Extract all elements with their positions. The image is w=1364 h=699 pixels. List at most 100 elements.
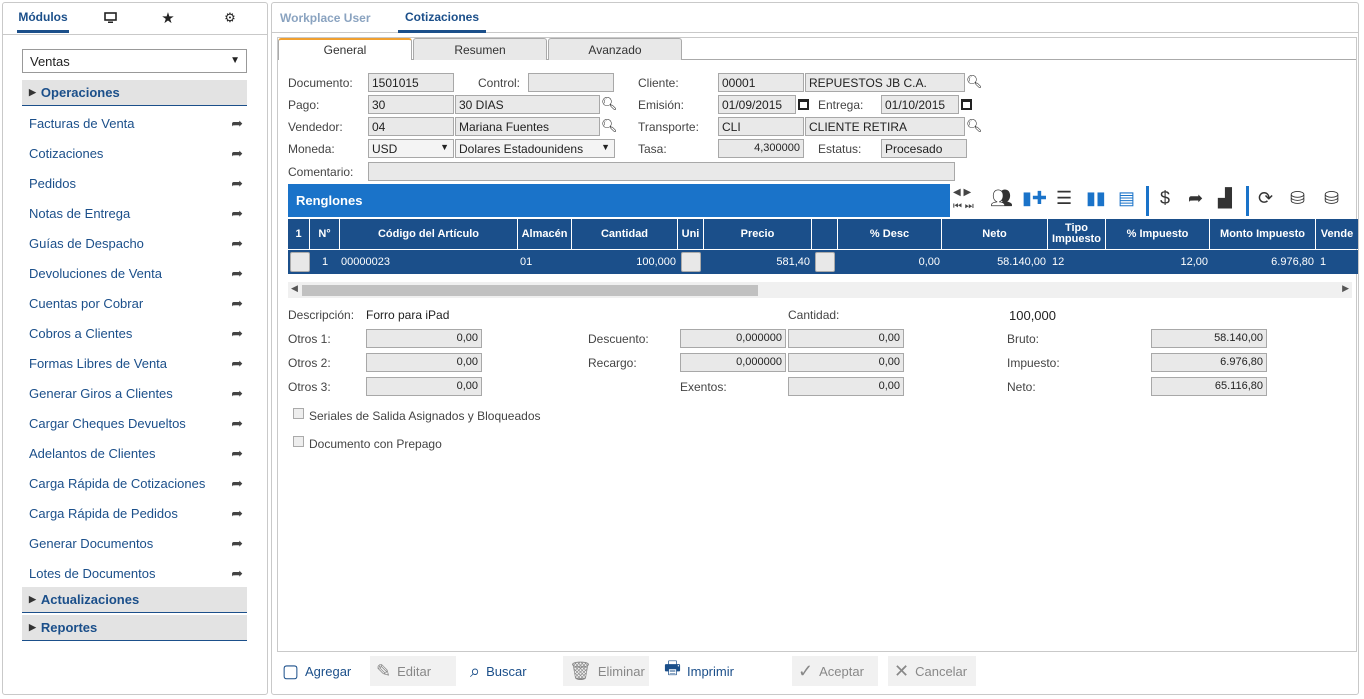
recargo-field[interactable]: 0,00	[788, 353, 904, 372]
calendar-icon[interactable]	[961, 99, 972, 110]
column-header[interactable]: Código del Artículo	[340, 219, 518, 249]
column-header[interactable]: Neto	[942, 219, 1048, 249]
menu-item[interactable]: Cobros a Clientes ➦	[29, 323, 247, 343]
section-actualizaciones[interactable]: ▶ Actualizaciones	[22, 587, 247, 613]
imprimir-button[interactable]: 🖶︎ Imprimir	[658, 656, 754, 686]
exentos-field[interactable]: 0,00	[788, 377, 904, 396]
vendedor-code-field[interactable]: 04	[368, 117, 454, 136]
document-icon[interactable]: ▤	[1118, 188, 1135, 209]
database-export-icon[interactable]: ⛁	[1324, 188, 1339, 209]
pago-name-field[interactable]: 30 DIAS	[455, 95, 600, 114]
monitor-icon[interactable]	[95, 3, 125, 33]
open-arrow-icon[interactable]: ➦	[231, 295, 243, 312]
list-icon[interactable]: ☰	[1056, 188, 1072, 209]
column-header[interactable]: % Impuesto	[1106, 219, 1210, 249]
tab-avanzado[interactable]: Avanzado	[548, 38, 682, 60]
tab-workplace-user[interactable]: Workplace User	[280, 3, 371, 33]
unit-button[interactable]	[681, 252, 701, 272]
row-select-checkbox[interactable]	[290, 252, 310, 272]
open-arrow-icon[interactable]: ➦	[231, 325, 243, 342]
moneda-code-select[interactable]: USD ▼	[368, 139, 454, 158]
menu-item[interactable]: Lotes de Documentos ➦	[29, 563, 247, 583]
menu-item[interactable]: Generar Documentos ➦	[29, 533, 247, 553]
cancelar-button[interactable]: ✕ Cancelar	[888, 656, 976, 686]
menu-item[interactable]: Generar Giros a Clientes ➦	[29, 383, 247, 403]
column-header[interactable]: 1	[288, 219, 310, 249]
open-arrow-icon[interactable]: ➦	[231, 145, 243, 162]
refresh-icon[interactable]: ⟳	[1258, 188, 1273, 209]
column-header[interactable]: Uni	[678, 219, 704, 249]
grid-nav-arrows-icon[interactable]: ◀ ▶ ⏮ ⏭	[953, 186, 974, 214]
menu-item[interactable]: Carga Rápida de Pedidos ➦	[29, 503, 247, 523]
otros2-field[interactable]: 0,00	[366, 353, 482, 372]
entrega-field[interactable]: 01/10/2015	[881, 95, 959, 114]
column-header[interactable]: % Desc	[838, 219, 942, 249]
menu-item[interactable]: Formas Libres de Venta ➦	[29, 353, 247, 373]
open-arrow-icon[interactable]: ➦	[231, 505, 243, 522]
column-header[interactable]: Precio	[704, 219, 812, 249]
descuento-pct-field[interactable]: 0,000000	[680, 329, 786, 348]
eliminar-button[interactable]: 🗑︎ Eliminar	[563, 656, 649, 686]
column-header[interactable]	[812, 219, 838, 249]
open-arrow-icon[interactable]: ➦	[231, 205, 243, 222]
table-row[interactable]: 1 00000023 01 100,000 581,40 0,00 58.140…	[288, 250, 1358, 274]
menu-item[interactable]: Carga Rápida de Cotizaciones ➦	[29, 473, 247, 493]
scroll-left-icon[interactable]: ◀	[291, 283, 298, 294]
share-icon[interactable]: ➦	[1188, 188, 1203, 209]
otros1-field[interactable]: 0,00	[366, 329, 482, 348]
users-icon[interactable]: 👥︎	[990, 188, 1013, 209]
menu-item[interactable]: Pedidos ➦	[29, 173, 247, 193]
menu-item[interactable]: Notas de Entrega ➦	[29, 203, 247, 223]
column-header[interactable]: Tipo Impuesto	[1048, 219, 1106, 249]
column-header[interactable]: Vende	[1316, 219, 1358, 249]
tab-cotizaciones[interactable]: Cotizaciones	[398, 3, 487, 33]
open-arrow-icon[interactable]: ➦	[231, 235, 243, 252]
section-operaciones[interactable]: ▶ Operaciones	[22, 80, 247, 106]
aceptar-button[interactable]: ✓ Aceptar	[792, 656, 878, 686]
seriales-checkbox[interactable]	[293, 408, 304, 419]
menu-item[interactable]: Adelantos de Clientes ➦	[29, 443, 247, 463]
puzzle-icon[interactable]: ▟	[1218, 188, 1232, 209]
buscar-button[interactable]: ⌕ Buscar	[464, 656, 554, 686]
column-header[interactable]: Monto Impuesto	[1210, 219, 1316, 249]
open-arrow-icon[interactable]: ➦	[231, 355, 243, 372]
open-arrow-icon[interactable]: ➦	[231, 565, 243, 582]
settings-icon[interactable]: ⚙	[215, 3, 245, 33]
descuento-field[interactable]: 0,00	[788, 329, 904, 348]
otros3-field[interactable]: 0,00	[366, 377, 482, 396]
open-arrow-icon[interactable]: ➦	[231, 175, 243, 192]
cliente-code-field[interactable]: 00001	[718, 73, 804, 92]
column-header[interactable]: N°	[310, 219, 340, 249]
menu-item[interactable]: Cotizaciones ➦	[29, 143, 247, 163]
section-reportes[interactable]: ▶ Reportes	[22, 615, 247, 641]
column-header[interactable]: Almacén	[518, 219, 572, 249]
scroll-thumb[interactable]	[302, 285, 758, 296]
documento-field[interactable]: 1501015	[368, 73, 454, 92]
open-arrow-icon[interactable]: ➦	[231, 385, 243, 402]
tab-modulos[interactable]: Módulos	[17, 3, 69, 33]
calendar-icon[interactable]	[798, 99, 809, 110]
tab-general[interactable]: General	[278, 38, 412, 60]
menu-item[interactable]: Devoluciones de Venta ➦	[29, 263, 247, 283]
search-icon[interactable]: 🔍︎	[601, 96, 618, 112]
database-icon[interactable]: ⛁	[1290, 188, 1305, 209]
module-select[interactable]: Ventas ▼	[22, 49, 247, 73]
menu-item[interactable]: Facturas de Venta ➦	[29, 113, 247, 133]
search-icon[interactable]: 🔍︎	[601, 118, 618, 134]
transporte-name-field[interactable]: CLIENTE RETIRA	[805, 117, 965, 136]
pago-code-field[interactable]: 30	[368, 95, 454, 114]
open-arrow-icon[interactable]: ➦	[231, 535, 243, 552]
transporte-code-field[interactable]: CLI	[718, 117, 804, 136]
comentario-field[interactable]	[368, 162, 955, 181]
open-arrow-icon[interactable]: ➦	[231, 445, 243, 462]
moneda-name-select[interactable]: Dolares Estadounidens ▼	[455, 139, 615, 158]
tasa-field[interactable]: 4,300000	[718, 139, 804, 158]
open-arrow-icon[interactable]: ➦	[231, 265, 243, 282]
add-items-icon[interactable]: ▮✚	[1022, 188, 1047, 209]
open-arrow-icon[interactable]: ➦	[231, 475, 243, 492]
menu-item[interactable]: Cargar Cheques Devueltos ➦	[29, 413, 247, 433]
menu-item[interactable]: Guías de Despacho ➦	[29, 233, 247, 253]
cliente-name-field[interactable]: REPUESTOS JB C.A.	[805, 73, 965, 92]
emision-field[interactable]: 01/09/2015	[718, 95, 796, 114]
star-icon[interactable]: ★	[153, 3, 183, 33]
